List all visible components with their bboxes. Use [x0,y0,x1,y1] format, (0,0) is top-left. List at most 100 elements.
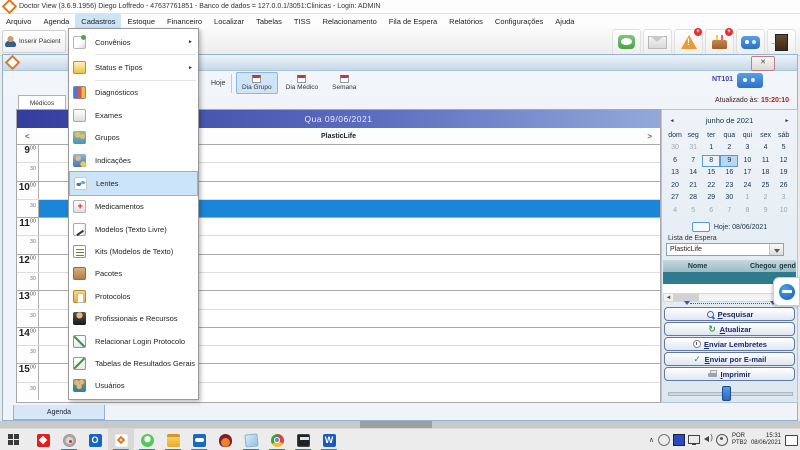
calendar-day[interactable]: 4 [756,142,774,154]
taskbar-clock[interactable]: 15:31 08/06/2021 [751,433,781,447]
button-atualizar[interactable]: ↻Atualizar [664,322,795,336]
menu-item-diagn-sticos[interactable]: Diagnósticos [69,82,198,104]
calendar-day[interactable]: 4 [666,205,684,217]
calendar-day[interactable]: 22 [702,180,720,192]
app-anydesk[interactable] [30,429,56,450]
calendar-day[interactable]: 2 [720,142,738,154]
language-indicator[interactable]: POR PTB2 [732,433,747,447]
button-imprimir[interactable]: Imprimir [664,367,795,381]
menu-item-protocolos[interactable]: Protocolos [69,285,198,307]
waitlist-combobox[interactable]: PlasticLife [666,243,784,256]
calendar-day[interactable]: 11 [756,155,774,167]
tab-medicos[interactable]: Médicos [18,95,66,110]
app-teamviewer[interactable] [186,429,212,450]
calendar-day[interactable]: 13 [666,167,684,179]
menu-item-modelos-texto-livre-[interactable]: Modelos (Texto Livre) [69,218,198,240]
calendar-day[interactable]: 5 [775,142,793,154]
calendar-day[interactable]: 1 [738,192,756,204]
menubar-item-localizar[interactable]: Localizar [208,14,250,28]
menubar-item-estoque[interactable]: Estoque [121,14,161,28]
tab-agenda[interactable]: Agenda [13,405,105,420]
app-notes[interactable] [238,429,264,450]
prev-resource-button[interactable]: < [25,132,30,141]
chip-icon[interactable] [673,434,685,446]
button-enviar-lembretes[interactable]: Enviar Lembretes [664,337,795,351]
app-chrome[interactable] [264,429,290,450]
cloud-icon[interactable] [658,434,670,446]
calendar-day[interactable]: 6 [666,155,684,167]
toolbar-chat-icon-button[interactable] [612,29,641,55]
menu-item-kits-modelos-de-texto-[interactable]: Kits (Modelos de Texto) [69,240,198,262]
menubar-item-relacionamento[interactable]: Relacionamento [317,14,383,28]
calendar-day[interactable]: 12 [775,155,793,167]
menubar-item-ajuda[interactable]: Ajuda [549,14,580,28]
menubar-item-cadastros[interactable]: Cadastros [75,14,121,28]
calendar-next-icon[interactable]: ► [781,118,793,124]
menubar-item-arquivo[interactable]: Arquivo [0,14,37,28]
calendar-day[interactable]: 3 [738,142,756,154]
calendar-day[interactable]: 28 [684,192,702,204]
next-resource-button[interactable]: > [647,132,652,141]
user-tray-icon[interactable] [716,434,728,446]
menu-item-exames[interactable]: Exames [69,104,198,126]
button-pesquisar[interactable]: Pesquisar [664,307,795,321]
calendar-day[interactable]: 8 [738,205,756,217]
calendar-day[interactable]: 26 [775,180,793,192]
calendar-day[interactable]: 16 [720,167,738,179]
calendar-day[interactable]: 17 [738,167,756,179]
menubar-item-relat-rios[interactable]: Relatórios [443,14,489,28]
calendar-day[interactable]: 7 [684,155,702,167]
view-button-semana[interactable]: Semana [326,72,362,94]
calendar-day[interactable]: 6 [702,205,720,217]
calendar-day[interactable]: 2 [756,192,774,204]
calendar-day[interactable]: 30 [720,192,738,204]
online-users-button[interactable] [737,73,763,88]
notification-center-icon[interactable] [785,435,798,446]
calendar-day[interactable]: 29 [702,192,720,204]
zoom-slider[interactable] [684,299,776,307]
menu-item-status-e-tipos[interactable]: Status e Tipos► [69,56,198,78]
calendar-day[interactable]: 20 [666,180,684,192]
calendar-day[interactable]: 24 [738,180,756,192]
calendar-day[interactable]: 8 [702,155,720,167]
app-calculator[interactable] [290,429,316,450]
menu-item-usu-rios[interactable]: Usuários [69,375,198,397]
menubar-item-financeiro[interactable]: Financeiro [161,14,208,28]
calendar-day[interactable]: 21 [684,180,702,192]
calendar-day[interactable]: 1 [702,142,720,154]
menu-item-relacionar-login-protocolo[interactable]: Relacionar Login Protocolo [69,330,198,352]
toolbar-exit-icon-button[interactable] [767,29,796,55]
app-outlook[interactable]: O [82,429,108,450]
monitor-icon[interactable] [688,435,700,444]
insert-patient-button[interactable]: Inserir Pacient [2,30,66,53]
today-button[interactable]: Hoje [205,75,231,92]
menubar-item-agenda[interactable]: Agenda [37,14,75,28]
time-scale-slider[interactable] [668,386,791,400]
calendar-day[interactable]: 25 [756,180,774,192]
view-button-dia-m-dico[interactable]: Dia Médico [280,72,325,94]
menubar-item-tiss[interactable]: TISS [288,14,317,28]
waitlist-column-chegou[interactable]: Chegou [732,263,776,270]
app-word[interactable]: W [316,429,342,450]
chevron-down-icon[interactable] [769,244,783,255]
calendar-day[interactable]: 30 [666,142,684,154]
scroll-left-icon[interactable]: ◄ [664,295,673,301]
calendar-day[interactable]: 10 [738,155,756,167]
teamviewer-panel[interactable] [773,277,800,306]
menu-item-lentes[interactable]: Lentes [69,171,198,195]
calendar-day[interactable]: 18 [756,167,774,179]
calendar-day[interactable]: 31 [684,142,702,154]
app-firewall[interactable] [212,429,238,450]
calendar-day[interactable]: 7 [720,205,738,217]
app-doctorview[interactable] [108,429,134,450]
menubar-item-tabelas[interactable]: Tabelas [250,14,288,28]
menu-item-medicamentos[interactable]: Medicamentos [69,196,198,218]
calendar-day[interactable]: 27 [666,192,684,204]
calendar-day[interactable]: 19 [775,167,793,179]
tray-chevron-icon[interactable]: ∧ [649,436,654,444]
app-explorer[interactable] [160,429,186,450]
menu-item-profissionais-e-recursos[interactable]: Profissionais e Recursos [69,308,198,330]
calendar-prev-icon[interactable]: ◄ [666,118,678,124]
button-enviar-por-e-mail[interactable]: ✓Enviar por E-mail [664,352,795,366]
close-button[interactable]: ✕ [751,56,775,71]
